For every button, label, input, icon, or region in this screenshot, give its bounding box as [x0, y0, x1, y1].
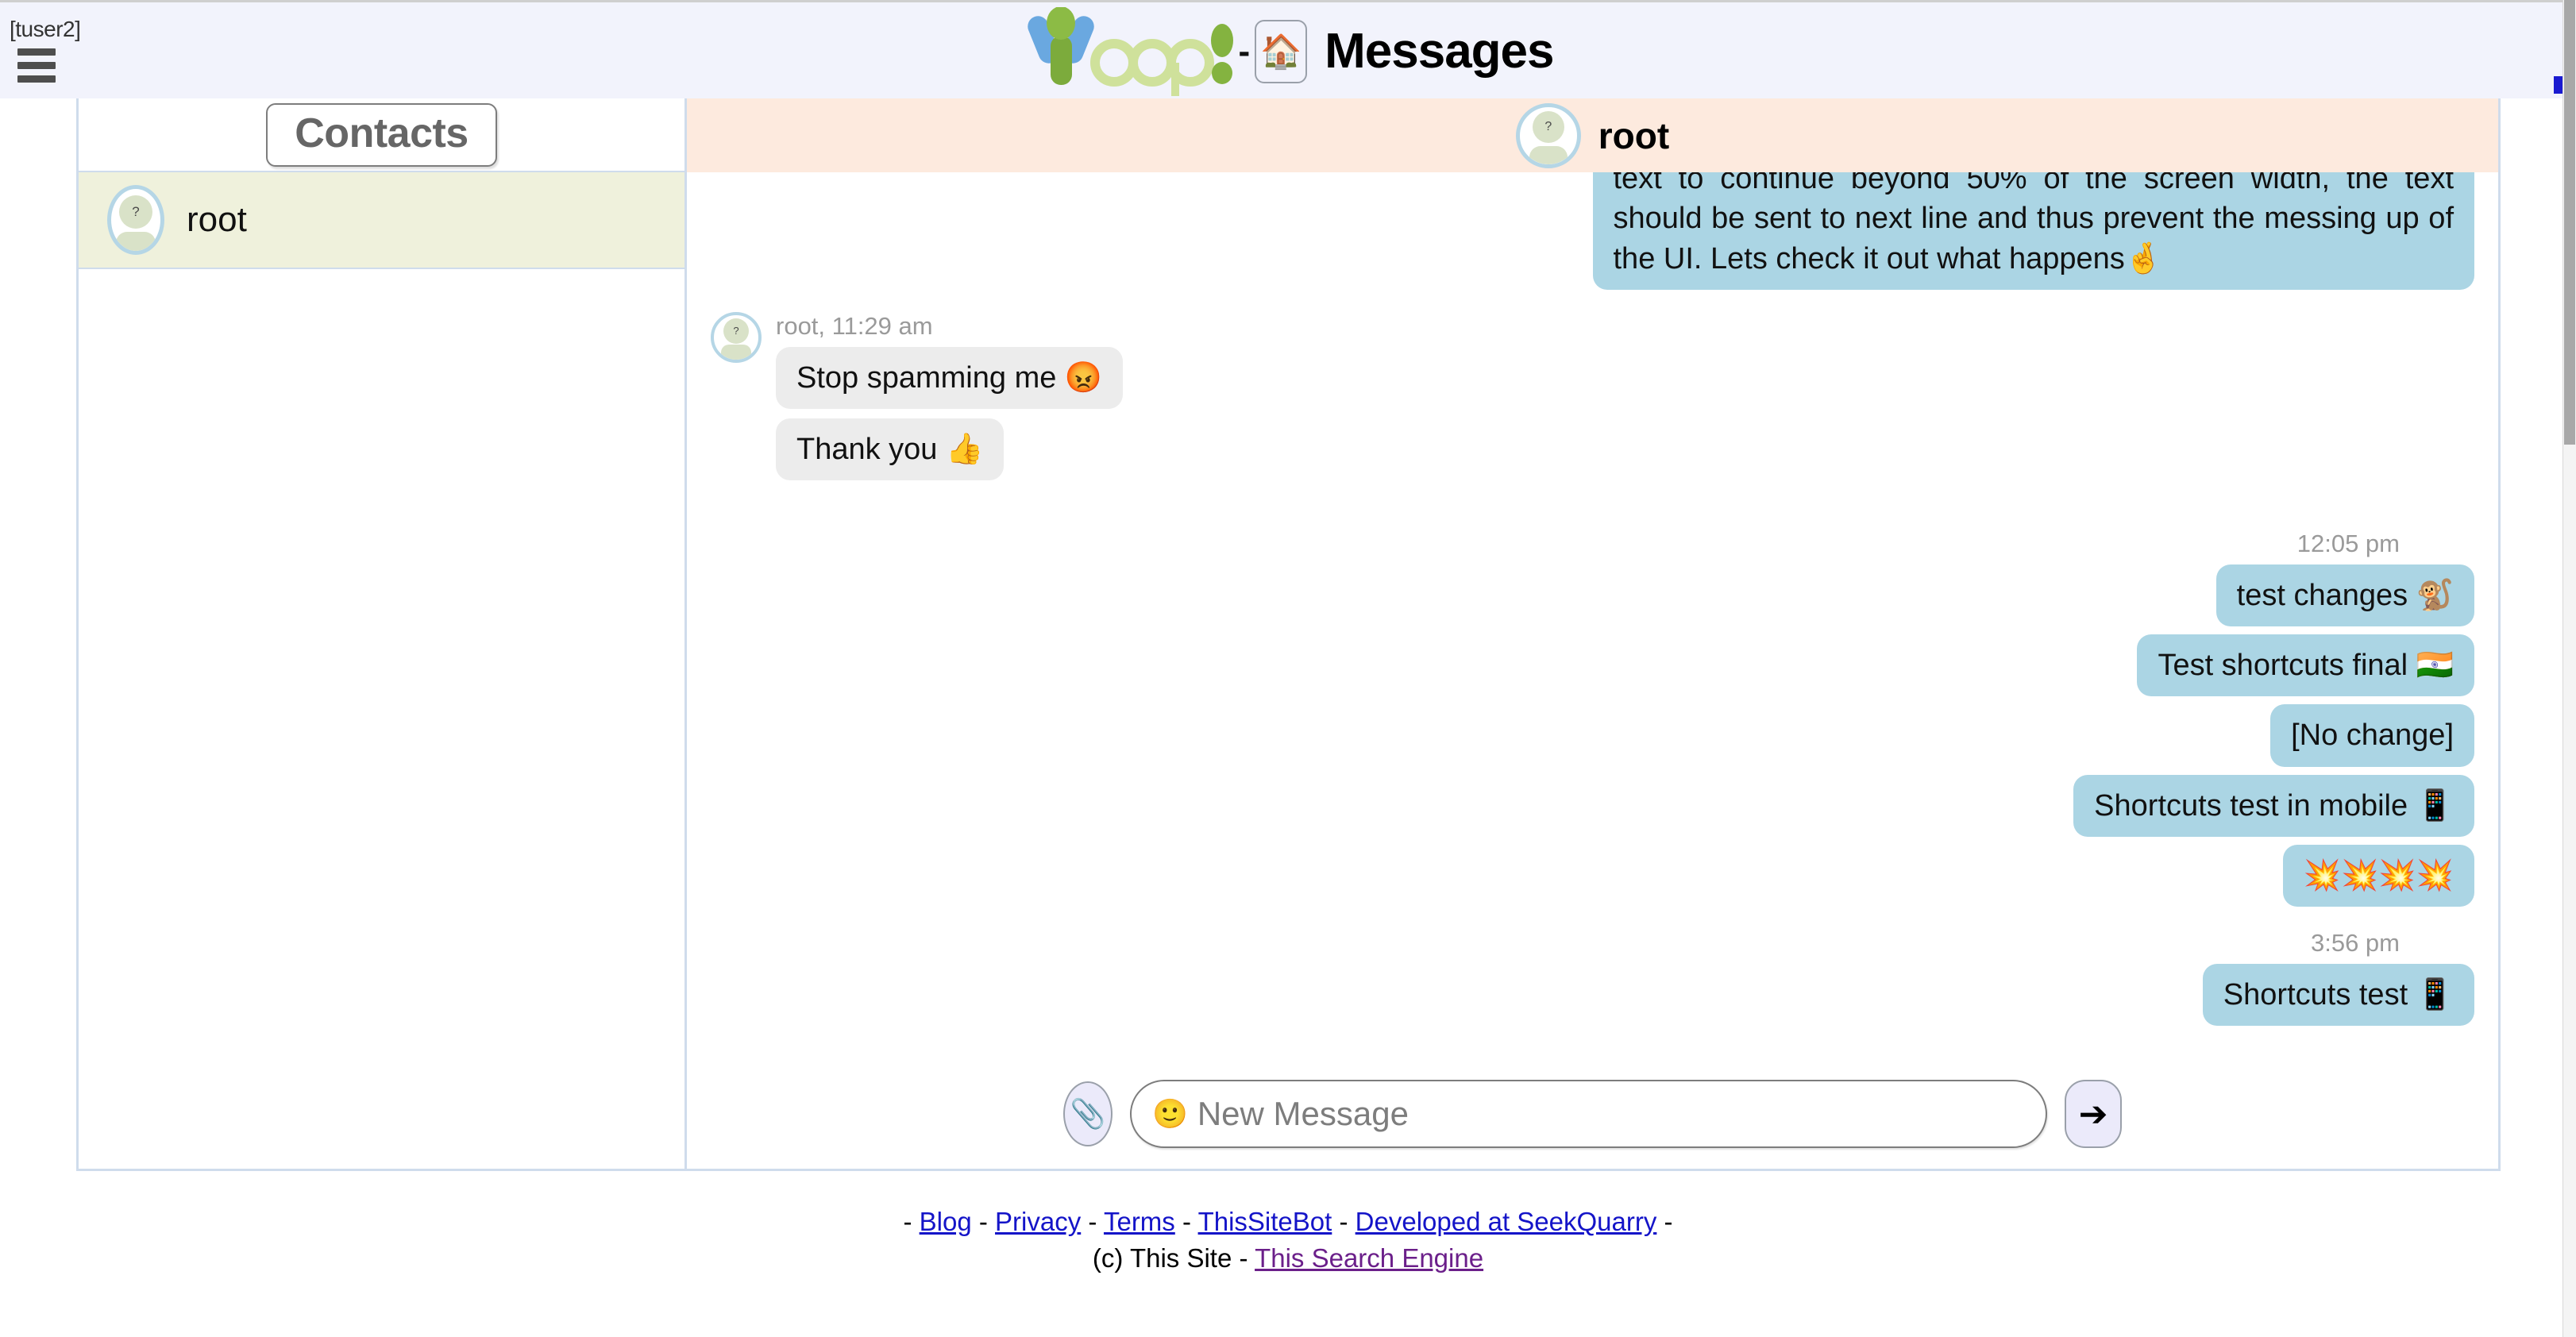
avatar-placeholder-glyph: ?	[1532, 110, 1564, 143]
footer-link-privacy[interactable]: Privacy	[995, 1207, 1081, 1236]
page-scrollbar[interactable]	[2563, 0, 2576, 1337]
message-input[interactable]	[1195, 1094, 2025, 1134]
message-row: Shortcuts test in mobile 📱	[711, 774, 2474, 837]
avatar: ?	[107, 185, 164, 255]
footer-link-terms[interactable]: Terms	[1104, 1207, 1175, 1236]
footer-link-search-engine[interactable]: This Search Engine	[1255, 1243, 1483, 1273]
message-list: 😑🍃🐏🥔 this is it 11:26 am This is a reall…	[711, 172, 2474, 1034]
footer-link-seekquarry[interactable]: Developed at SeekQuarry	[1355, 1207, 1657, 1236]
avatar: ?	[711, 311, 762, 363]
avatar-body	[116, 232, 156, 251]
yioop-logo[interactable]	[1022, 7, 1236, 96]
incoming-message-group: ? root, 11:29 am Stop spamming me 😡 Than…	[711, 311, 1124, 490]
title-separator: -	[1238, 32, 1251, 71]
main-content: Contacts ? root ? root 😑🍃🐏🥔 this is it	[76, 98, 2501, 1171]
chat-header-name: root	[1598, 114, 1670, 156]
message-bubble[interactable]: 💥💥💥💥	[2282, 844, 2474, 907]
brand-row: - 🏠 Messages	[0, 2, 2576, 101]
contact-name: root	[187, 200, 247, 239]
message-scroll-area[interactable]: 😑🍃🐏🥔 this is it 11:26 am This is a reall…	[687, 172, 2498, 1169]
message-timestamp: 12:05 pm	[2296, 530, 2400, 558]
footer-link-blog[interactable]: Blog	[920, 1207, 972, 1236]
contacts-panel: Contacts ? root	[79, 98, 687, 1169]
message-bubble[interactable]: Test shortcuts final 🇮🇳	[2137, 634, 2474, 697]
message-row: Test shortcuts final 🇮🇳	[711, 634, 2474, 697]
message-bubble[interactable]: [No change]	[2270, 704, 2474, 767]
top-bar: [tuser2] - 🏠 Messages	[0, 0, 2576, 98]
avatar: ?	[1515, 102, 1581, 168]
scrollbar-thumb[interactable]	[2564, 0, 2575, 445]
message-bubble[interactable]: test changes 🐒	[2215, 564, 2474, 627]
footer-dash: -	[978, 1207, 988, 1236]
message-bubble[interactable]: Shortcuts test in mobile 📱	[2073, 774, 2474, 837]
avatar-body	[1529, 145, 1568, 164]
incoming-stack: root, 11:29 am Stop spamming me 😡 Thank …	[776, 311, 1124, 490]
footer-copyright: (c) This Site -	[1092, 1243, 1248, 1273]
page-title: Messages	[1325, 24, 1554, 79]
chat-panel: ? root 😑🍃🐏🥔 this is it 11:26 am This is …	[687, 98, 2498, 1169]
message-row: [No change]	[711, 704, 2474, 767]
avatar-placeholder-glyph: ?	[119, 195, 152, 229]
message-row: test changes 🐒	[711, 564, 2474, 627]
message-row: 💥💥💥💥	[711, 844, 2474, 907]
message-row: This is a really long message which is t…	[711, 172, 2474, 290]
chat-header[interactable]: ? root	[687, 98, 2498, 172]
message-row: Shortcuts test 📱	[711, 963, 2474, 1026]
footer: - Blog - Privacy - Terms - ThisSiteBot -…	[0, 1207, 2576, 1273]
avatar-placeholder-glyph: ?	[723, 318, 749, 344]
message-bubble[interactable]: This is a really long message which is t…	[1592, 172, 2474, 290]
message-bubble[interactable]: Stop spamming me 😡	[776, 346, 1124, 409]
footer-dash: -	[1182, 1207, 1191, 1236]
message-sender-line: root, 11:29 am	[776, 311, 933, 340]
contacts-header: Contacts	[79, 98, 684, 172]
message-composer: 📎 🙂 ➔	[687, 1080, 2498, 1148]
footer-links-line: - Blog - Privacy - Terms - ThisSiteBot -…	[0, 1207, 2576, 1237]
footer-lead-dash: -	[903, 1207, 912, 1236]
contact-list-item-root[interactable]: ? root	[79, 172, 684, 269]
message-bubble[interactable]: Shortcuts test 📱	[2202, 963, 2474, 1026]
send-arrow-icon[interactable]: ➔	[2065, 1080, 2122, 1148]
footer-dash: -	[1088, 1207, 1097, 1236]
home-icon[interactable]: 🏠	[1255, 20, 1308, 83]
footer-copyright-line: (c) This Site - This Search Engine	[0, 1243, 2576, 1273]
message-timestamp: 3:56 pm	[2310, 928, 2400, 957]
message-input-wrapper[interactable]: 🙂	[1130, 1080, 2047, 1148]
contacts-header-label[interactable]: Contacts	[266, 102, 497, 167]
footer-trail-dash: -	[1664, 1207, 1673, 1236]
message-row-incoming: ? root, 11:29 am Stop spamming me 😡 Than…	[711, 311, 2474, 490]
smiley-icon[interactable]: 🙂	[1152, 1097, 1188, 1131]
paperclip-icon[interactable]: 📎	[1063, 1081, 1113, 1146]
footer-dash: -	[1339, 1207, 1348, 1236]
avatar-body	[721, 344, 751, 360]
footer-link-thissitebot[interactable]: ThisSiteBot	[1198, 1207, 1332, 1236]
message-bubble[interactable]: Thank you 👍	[776, 418, 1005, 481]
